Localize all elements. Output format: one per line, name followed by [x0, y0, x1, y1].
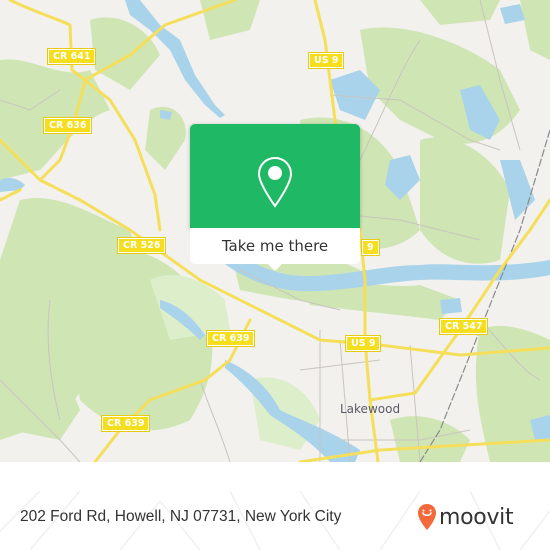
popup-pointer — [266, 262, 284, 271]
place-label-lakewood: Lakewood — [340, 402, 401, 416]
take-me-there-button[interactable]: Take me there — [190, 228, 360, 264]
address-text: 202 Ford Rd, Howell, NJ 07731, New York … — [20, 508, 342, 525]
road-label-cr547: CR 547 — [438, 318, 489, 335]
road-label-us9-mid: 9 — [361, 239, 380, 256]
footer: 202 Ford Rd, Howell, NJ 07731, New York … — [0, 491, 550, 550]
moovit-logo[interactable]: moovit — [417, 503, 514, 531]
moovit-pin-icon — [418, 504, 436, 530]
road-label-us9-north: US 9 — [307, 52, 345, 69]
moovit-logo-text: moovit — [439, 504, 514, 530]
map-view[interactable]: CR 641 CR 636 US 9 CR 526 9 CR 639 CR 54… — [0, 0, 550, 462]
road-label-cr636: CR 636 — [42, 117, 93, 134]
location-pin-icon — [257, 156, 293, 208]
road-label-us9-south: US 9 — [344, 335, 382, 352]
location-popup: Take me there — [190, 124, 360, 271]
road-label-cr639-east: CR 639 — [205, 330, 256, 347]
road-label-cr639-west: CR 639 — [100, 415, 151, 432]
popup-header — [190, 124, 360, 229]
road-label-cr641: CR 641 — [46, 48, 97, 65]
road-label-cr526: CR 526 — [116, 237, 167, 254]
